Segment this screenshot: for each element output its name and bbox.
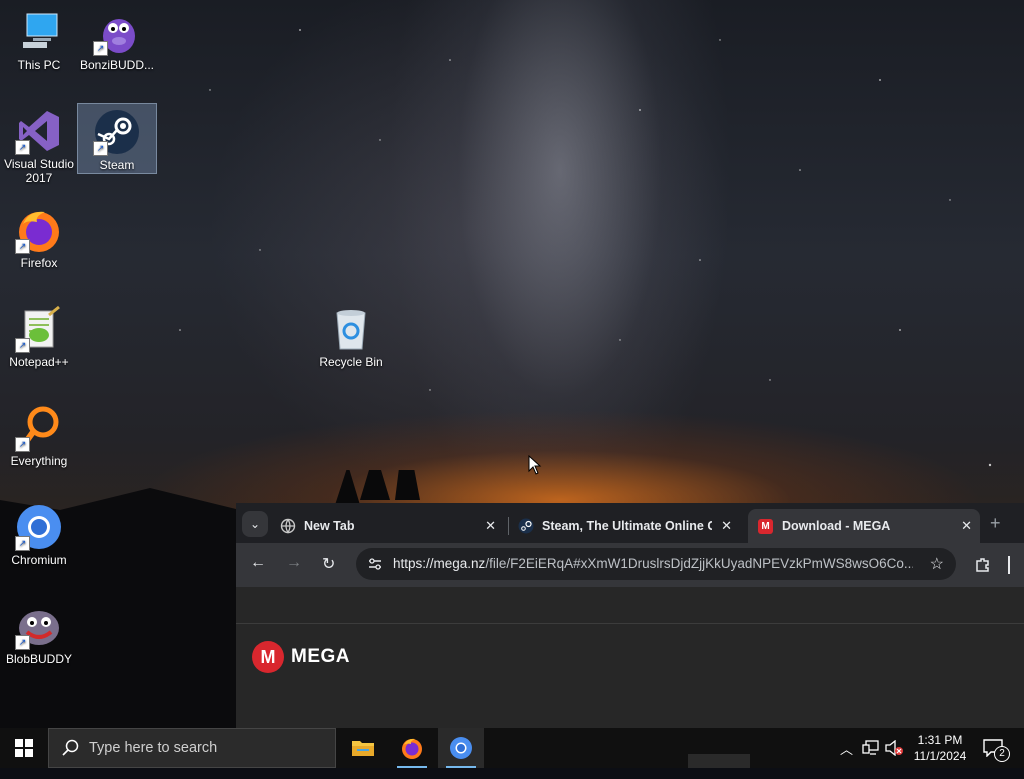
desktop-icon-label: BlobBUDDY — [5, 652, 73, 666]
computer-icon — [15, 8, 63, 56]
address-bar[interactable]: https://mega.nz/file/F2EiERqA#xXmW1Drusl… — [356, 548, 956, 580]
desktop-icon-label: Recycle Bin — [319, 355, 383, 369]
bonzibuddy-icon: ↗ — [93, 8, 141, 56]
desktop-icon-this-pc[interactable]: This PC — [0, 4, 78, 72]
tab-steam[interactable]: Steam, The Ultimate Online Ga ✕ — [518, 509, 740, 543]
desktop-icon-label: Notepad++ — [9, 355, 69, 369]
folder-icon — [352, 741, 374, 756]
tab-title: Download - MEGA — [782, 519, 891, 533]
firefox-icon — [402, 738, 422, 759]
shortcut-arrow-icon: ↗ — [15, 338, 30, 353]
notepadpp-icon: ↗ — [15, 305, 63, 353]
desktop-icon-firefox[interactable]: ↗ Firefox — [0, 202, 78, 270]
back-arrow-icon[interactable]: ← — [250, 554, 266, 572]
search-placeholder: Type here to search — [89, 740, 218, 756]
tab-separator — [508, 517, 509, 535]
chromium-window: ⌄ New Tab ✕ Steam, The Ultimate Online G… — [236, 503, 1024, 728]
url-path: /file/F2EiERqA#xXmW1DruslrsDjdZjjKkUyadN… — [485, 556, 913, 571]
new-tab-plus-icon[interactable]: + — [990, 513, 1001, 534]
taskbar-firefox[interactable] — [389, 728, 435, 768]
shortcut-arrow-icon: ↗ — [15, 536, 30, 551]
mega-brand-text: MEGA — [291, 646, 350, 667]
url-host: https://mega.nz — [393, 556, 486, 571]
volume-muted-icon[interactable] — [884, 740, 904, 756]
tab-title: New Tab — [304, 519, 355, 533]
network-icon[interactable] — [862, 740, 880, 756]
desktop-icon-blobbuddy[interactable]: ↗ BlobBUDDY — [0, 598, 78, 666]
clock-time: 1:31 PM — [917, 733, 963, 747]
desktop-icon-everything[interactable]: ↗ Everything — [0, 400, 78, 468]
chromium-icon — [450, 737, 472, 759]
shortcut-arrow-icon: ↗ — [93, 41, 108, 56]
reload-icon[interactable]: ↻ — [322, 554, 335, 574]
taskbar: Type here to search ︿ 1:31 PM 11/1/2024 … — [0, 728, 1024, 768]
action-center-button[interactable]: 2 — [980, 728, 1020, 768]
site-settings-icon[interactable] — [367, 556, 383, 572]
blobbuddy-icon: ↗ — [15, 602, 63, 650]
firefox-icon: ↗ — [15, 206, 63, 254]
desktop-icon-label: This PC — [17, 58, 61, 72]
taskbar-search-box[interactable]: Type here to search — [48, 728, 336, 768]
notification-count-badge: 2 — [994, 746, 1010, 762]
show-hidden-icons-chevron-icon[interactable]: ︿ — [840, 739, 853, 779]
search-icon — [62, 739, 79, 756]
taskbar-clock[interactable]: 1:31 PM 11/1/2024 — [905, 732, 975, 764]
star-bookmark-icon[interactable]: ☆ — [930, 554, 944, 574]
browser-toolbar: ← → ↻ https://mega.nz/file/F2EiERqA#xXmW… — [236, 543, 1024, 587]
mega-logo[interactable]: M MEGA — [252, 641, 350, 673]
toolbar-divider — [1008, 556, 1010, 574]
mouse-cursor-icon — [528, 455, 542, 475]
globe-icon — [280, 518, 296, 534]
close-icon[interactable]: ✕ — [961, 518, 972, 534]
shortcut-arrow-icon: ↗ — [15, 239, 30, 254]
desktop-icon-label: Everything — [10, 454, 68, 468]
visual-studio-icon: ↗ — [15, 107, 63, 155]
forward-arrow-icon[interactable]: → — [286, 554, 302, 572]
close-icon[interactable]: ✕ — [485, 518, 496, 534]
tab-title: Steam, The Ultimate Online Ga — [542, 519, 712, 533]
desktop-icon-notepadpp[interactable]: ↗ Notepad++ — [0, 301, 78, 369]
mega-icon: M — [758, 518, 773, 534]
desktop-icon-label: BonziBUDD... — [79, 58, 155, 72]
desktop-icon-label: Visual Studio 2017 — [4, 157, 74, 185]
taskbar-file-explorer[interactable] — [340, 728, 386, 768]
shortcut-arrow-icon: ↗ — [15, 437, 30, 452]
steam-icon: ↗ — [93, 108, 141, 156]
desktop-icon-visual-studio[interactable]: ↗ Visual Studio 2017 — [0, 103, 78, 185]
taskbar-chromium[interactable] — [438, 728, 484, 768]
desktop-icon-label: Chromium — [11, 553, 67, 567]
url-text[interactable]: https://mega.nz/file/F2EiERqA#xXmW1Drusl… — [393, 556, 913, 571]
tab-search-button[interactable]: ⌄ — [242, 511, 268, 537]
shortcut-arrow-icon: ↗ — [93, 141, 108, 156]
desktop-icon-recycle-bin[interactable]: Recycle Bin — [312, 301, 390, 369]
starfield — [119, 29, 992, 467]
extensions-puzzle-icon[interactable] — [974, 556, 992, 574]
tab-strip: ⌄ New Tab ✕ Steam, The Ultimate Online G… — [236, 503, 1024, 543]
desktop-icon-label: Firefox — [20, 256, 58, 270]
mega-page: M MEGA — [236, 587, 1024, 728]
desktop-icon-steam[interactable]: ↗ Steam — [77, 103, 157, 174]
recycle-bin-icon — [327, 305, 375, 353]
shortcut-arrow-icon: ↗ — [15, 140, 30, 155]
tab-download-mega[interactable]: M Download - MEGA ✕ — [748, 509, 980, 543]
shortcut-arrow-icon: ↗ — [15, 635, 30, 650]
mega-logo-icon: M — [252, 641, 284, 673]
tab-new-tab[interactable]: New Tab ✕ — [280, 509, 504, 543]
windows-logo-icon — [15, 739, 33, 757]
close-icon[interactable]: ✕ — [721, 518, 732, 534]
steam-icon — [518, 518, 534, 534]
desktop-icon-chromium[interactable]: ↗ Chromium — [0, 499, 78, 567]
desktop-icon-bonzibuddy[interactable]: ↗ BonziBUDD... — [78, 4, 156, 72]
desktop-icon-label: Steam — [99, 158, 135, 172]
chromium-icon: ↗ — [15, 503, 63, 551]
start-button[interactable] — [0, 728, 48, 768]
taskbar-hover-indicator — [688, 754, 750, 768]
chevron-down-icon: ⌄ — [249, 517, 261, 531]
clock-date: 11/1/2024 — [913, 749, 967, 763]
header-divider — [236, 623, 1024, 624]
everything-search-icon: ↗ — [15, 404, 63, 452]
